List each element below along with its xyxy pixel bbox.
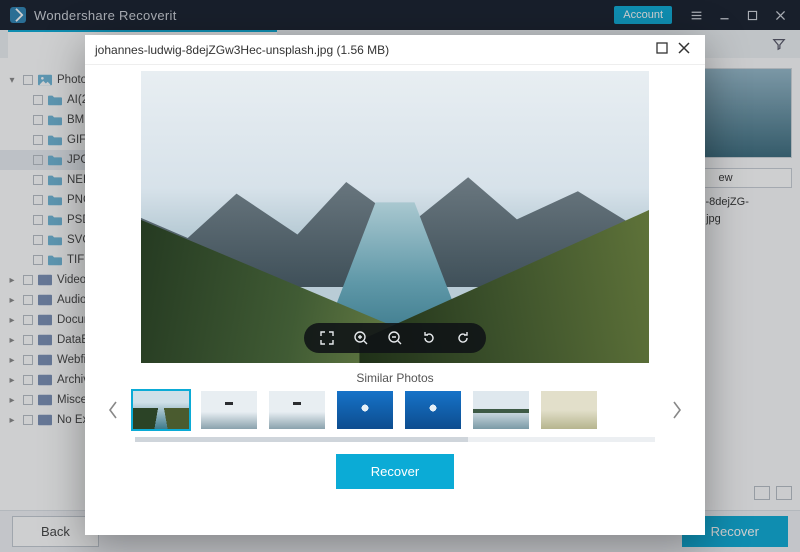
zoom-in-icon[interactable] — [352, 329, 370, 347]
image-controls — [304, 323, 486, 353]
modal-recover-button[interactable]: Recover — [336, 454, 454, 489]
modal-header: johannes-ludwig-8dejZGw3Hec-unsplash.jpg… — [85, 35, 705, 65]
rotate-right-icon[interactable] — [454, 329, 472, 347]
zoom-out-icon[interactable] — [386, 329, 404, 347]
thumb-6[interactable] — [471, 389, 531, 431]
thumb-5[interactable] — [403, 389, 463, 431]
similar-photos-label: Similar Photos — [85, 371, 705, 385]
preview-image — [141, 71, 649, 363]
modal-close-icon[interactable] — [673, 42, 695, 57]
next-icon[interactable] — [667, 390, 687, 430]
thumb-1[interactable] — [131, 389, 191, 431]
thumb-7[interactable] — [539, 389, 599, 431]
preview-modal: johannes-ludwig-8dejZGw3Hec-unsplash.jpg… — [85, 35, 705, 535]
thumbnail-strip — [85, 389, 705, 431]
prev-icon[interactable] — [103, 390, 123, 430]
thumb-scrollbar[interactable] — [135, 437, 655, 442]
thumb-4[interactable] — [335, 389, 395, 431]
modal-filename: johannes-ludwig-8dejZGw3Hec-unsplash.jpg… — [95, 43, 389, 57]
rotate-left-icon[interactable] — [420, 329, 438, 347]
thumb-2[interactable] — [199, 389, 259, 431]
fit-icon[interactable] — [318, 329, 336, 347]
modal-maximize-icon[interactable] — [651, 42, 673, 57]
thumb-3[interactable] — [267, 389, 327, 431]
